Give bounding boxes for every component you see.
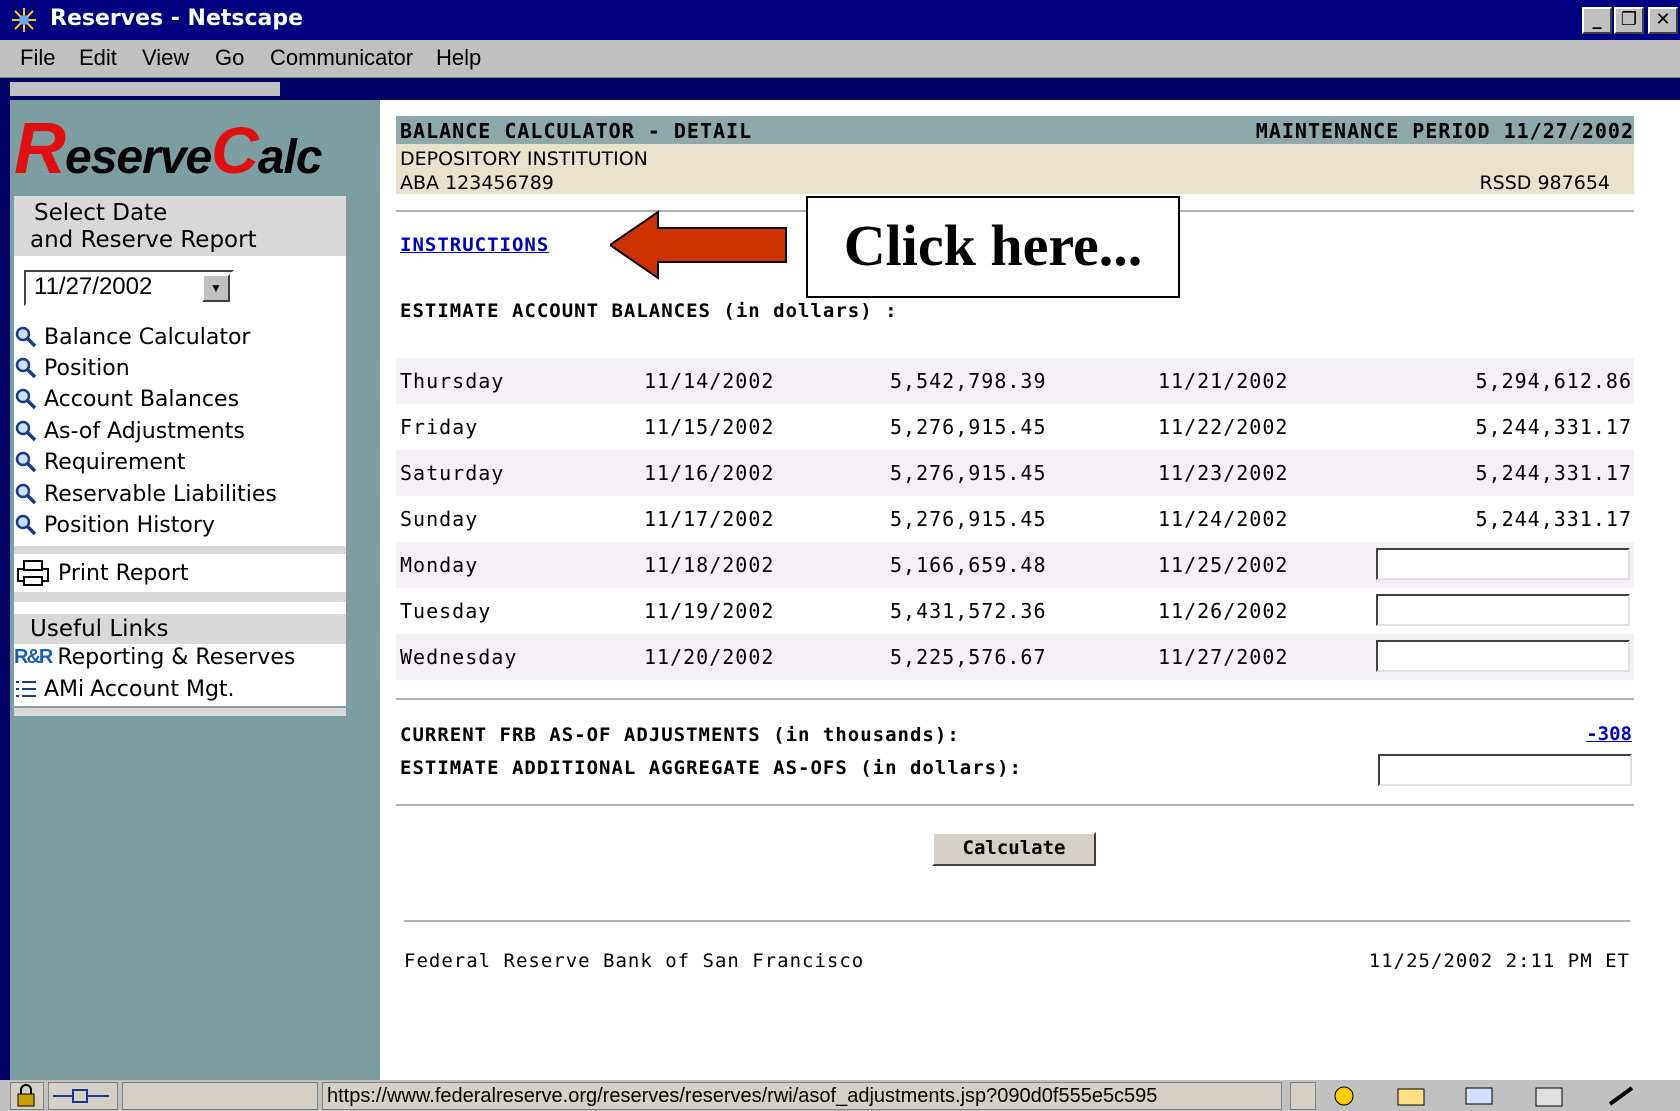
sidebar: ReserveCalc Select Date and Reserve Repo… [10,100,380,1080]
menu-file[interactable]: File [20,45,55,71]
useful-links-header: Useful Links [14,614,346,644]
magnifier-icon [15,483,37,505]
select-date-header: Select Date and Reserve Report [14,196,346,256]
window-title-bar: Reserves - Netscape _ ❐ ✕ [0,0,1680,40]
balance-input-tuesday[interactable] [1376,594,1630,626]
navigator-icon [1334,1086,1354,1106]
balances-table: Thursday 11/14/2002 5,542,798.39 11/21/2002… [396,358,1634,680]
table-row: Tuesday 11/19/2002 5,431,572.36 11/26/2002 [396,588,1634,634]
nav-position-history[interactable]: Position History [14,510,215,540]
netscape-icon [10,6,38,34]
divider [404,920,1630,923]
frb-adjustments-link[interactable]: -308 [1586,723,1632,745]
date-select[interactable]: 11/27/2002 ▼ [24,270,234,306]
divider [14,708,346,716]
nav-as-of-adjustments[interactable]: As-of Adjustments [14,416,245,446]
table-row: Saturday 11/16/2002 5,276,915.45 11/23/2002… [396,450,1634,496]
chevron-down-icon[interactable]: ▼ [202,274,230,302]
edit-icon [1608,1086,1634,1106]
connection-icon [48,1082,118,1110]
table-row: Wednesday 11/20/2002 5,225,576.67 11/27/200… [396,634,1634,680]
magnifier-icon [15,326,37,348]
balance-input-wednesday[interactable] [1376,640,1630,672]
magnifier-icon [15,388,37,410]
institution-label: DEPOSITORY INSTITUTION [400,148,648,170]
magnifier-icon [15,514,37,536]
divider [14,592,346,602]
left-arrow-icon [610,210,787,280]
callout-box: Click here... [806,196,1180,298]
rr-badge-icon: R&R [14,645,53,668]
magnifier-icon [15,420,37,442]
link-reporting-reserves[interactable]: R&R Reporting & Reserves [14,642,295,672]
print-report-link[interactable]: Print Report [14,558,189,588]
nav-balance-calculator[interactable]: Balance Calculator [14,322,250,352]
nav-position[interactable]: Position [14,353,130,383]
menu-bar: File Edit View Go Communicator Help [0,40,1680,78]
magnifier-icon [15,451,37,473]
divider [396,804,1634,807]
toolbar-strip [0,78,1680,98]
list-icon [16,681,36,697]
component-bar [1320,1082,1676,1110]
frb-adjustments-label: CURRENT FRB AS-OF ADJUSTMENTS (in thousa… [400,724,960,746]
minimize-button[interactable]: _ [1582,7,1612,34]
status-bar: https://www.federalreserve.org/reserves/… [0,1080,1680,1111]
nav-reservable-liabilities[interactable]: Reservable Liabilities [14,479,277,509]
table-row: Friday 11/15/2002 5,276,915.45 11/22/2002 5,… [400,415,1632,439]
composer-icon [1535,1087,1563,1107]
toolbar-grip[interactable] [10,82,280,96]
reservecalc-logo: ReserveCalc [14,109,323,189]
discussion-icon [1465,1087,1493,1105]
divider [14,546,346,554]
maximize-button[interactable]: ❐ [1614,7,1644,34]
menu-help[interactable]: Help [436,45,481,71]
progress-cell [122,1082,318,1110]
rssd-number: RSSD 987654 [1479,172,1610,194]
calculate-button[interactable]: Calculate [932,832,1096,866]
page-title: BALANCE CALCULATOR - DETAIL [400,119,753,143]
footer-timestamp: 11/25/2002 2:11 PM ET [1368,950,1630,972]
aggregate-as-ofs-input[interactable] [1378,754,1632,786]
status-url: https://www.federalreserve.org/reserves/… [322,1082,1282,1110]
estimate-balances-label: ESTIMATE ACCOUNT BALANCES (in dollars) : [400,300,898,322]
aba-number: ABA 123456789 [400,172,554,194]
lock-icon[interactable] [10,1082,44,1110]
table-row: Thursday 11/14/2002 5,542,798.39 11/21/2002… [396,358,1634,404]
aggregate-as-ofs-label: ESTIMATE ADDITIONAL AGGREGATE AS-OFS (in… [400,757,1022,779]
instructions-link[interactable]: INSTRUCTIONS [400,234,549,256]
nav-requirement[interactable]: Requirement [14,447,186,477]
menu-go[interactable]: Go [215,45,244,71]
footer-organization: Federal Reserve Bank of San Francisco [404,950,865,972]
balance-input-monday[interactable] [1376,548,1630,580]
table-row: Monday 11/18/2002 5,166,659.48 11/25/2002 [396,542,1634,588]
menu-communicator[interactable]: Communicator [270,45,413,71]
nav-account-balances[interactable]: Account Balances [14,384,239,414]
main-frame: BALANCE CALCULATOR - DETAIL MAINTENANCE … [380,100,1680,1080]
close-button[interactable]: ✕ [1648,7,1678,34]
table-row: Sunday 11/17/2002 5,276,915.45 11/24/2002 5,… [400,507,1632,531]
mail-icon [1397,1088,1425,1106]
magnifier-icon [15,357,37,379]
divider [396,698,1634,701]
menu-edit[interactable]: Edit [79,45,117,71]
window-title: Reserves - Netscape [50,6,304,31]
security-cell-icon [1290,1082,1316,1110]
menu-view[interactable]: View [142,45,189,71]
printer-icon [17,560,49,586]
link-ami-account-mgt[interactable]: AMi Account Mgt. [14,674,235,704]
maintenance-period: MAINTENANCE PERIOD 11/27/2002 [1255,119,1634,143]
